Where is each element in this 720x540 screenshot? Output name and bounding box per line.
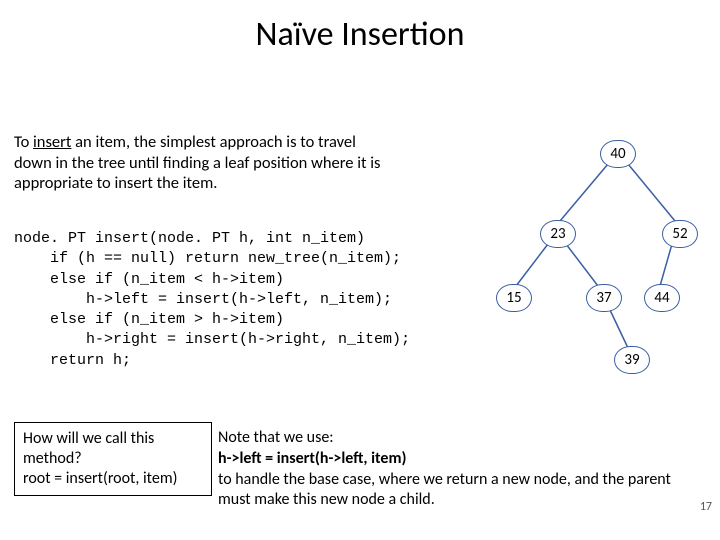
tree-node-40: 40: [600, 140, 636, 168]
note-line1: Note that we use:: [218, 428, 334, 447]
note-box: Note that we use: h->left = insert(h->le…: [210, 422, 696, 517]
tree-node-39: 39: [614, 346, 650, 374]
note-rest: to handle the base case, where we return…: [218, 470, 671, 510]
bst-diagram: 40 23 52 15 37 44 39: [480, 134, 710, 394]
tree-node-23: 23: [540, 220, 576, 248]
call-method-box: How will we call this method? root = ins…: [14, 422, 212, 496]
tree-node-37: 37: [586, 284, 622, 312]
tree-node-44: 44: [644, 284, 680, 312]
tree-edges: [480, 134, 710, 394]
code-block: node. PT insert(node. PT h, int n_item) …: [14, 229, 410, 371]
intro-paragraph: To insert an item, the simplest approach…: [14, 132, 394, 194]
tree-node-15: 15: [496, 284, 532, 312]
note-bold-line: h->left = insert(h->left, item): [218, 449, 406, 468]
tree-node-52: 52: [662, 220, 698, 248]
slide-title: Naïve Insertion: [0, 14, 720, 55]
slide-number: 17: [700, 500, 712, 514]
